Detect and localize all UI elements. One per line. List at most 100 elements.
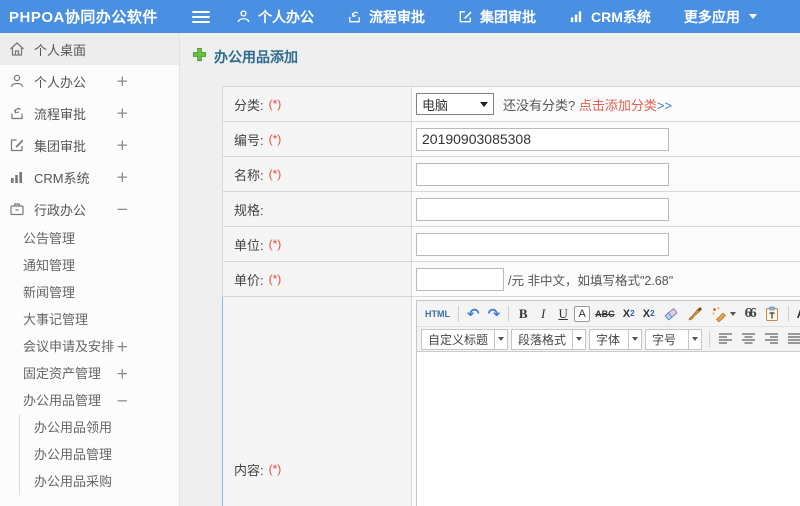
- font-family-select[interactable]: 字体: [589, 328, 643, 350]
- edit-icon: [9, 137, 25, 153]
- sidebar-item-office-supplies-mgmt[interactable]: 办公用品管理 −: [0, 387, 179, 414]
- sidebar-item-personal-office[interactable]: 个人办公 +: [0, 65, 179, 97]
- caret-down-icon: [748, 14, 757, 19]
- chart-icon: [569, 9, 584, 24]
- nav-more-apps[interactable]: 更多应用: [684, 7, 757, 27]
- sidebar-item-admin-office[interactable]: 行政办公 −: [0, 193, 179, 225]
- required-mark: (*): [268, 237, 282, 251]
- admin-office-submenu: 公告管理 通知管理 新闻管理 大事记管理 会议申请及安排 + 固定资产管理 + …: [0, 225, 179, 495]
- strikethrough-button[interactable]: ABC: [592, 304, 618, 324]
- superscript-button[interactable]: X2: [620, 304, 638, 324]
- sidebar-item-label: 流程审批: [34, 106, 87, 122]
- nav-flow-approval[interactable]: 流程审批: [347, 7, 425, 27]
- collapse-icon[interactable]: −: [116, 387, 129, 414]
- paste-icon[interactable]: [761, 304, 783, 324]
- bold-button[interactable]: B: [514, 304, 532, 324]
- editor-toolbar: HTML ↶ ↷ B I U A ABC X2 X2 66 自定义标题 段落格式…: [417, 301, 800, 352]
- sidebar-item-meeting-mgmt[interactable]: 会议申请及安排 +: [0, 333, 179, 360]
- align-left-button[interactable]: [715, 329, 736, 349]
- italic-button[interactable]: I: [534, 304, 552, 324]
- expand-icon[interactable]: +: [116, 360, 129, 387]
- sidebar-item-group-approval[interactable]: 集团审批 +: [0, 129, 179, 161]
- sidebar-item-fixed-assets-mgmt[interactable]: 固定资产管理 +: [0, 360, 179, 387]
- paragraph-format-select[interactable]: 段落格式: [511, 328, 587, 350]
- nav-group-approval[interactable]: 集团审批: [458, 7, 536, 27]
- blockquote-button[interactable]: 66: [741, 304, 759, 324]
- expand-icon[interactable]: +: [116, 104, 129, 122]
- add-category-link[interactable]: 点击添加分类: [579, 98, 657, 113]
- underline-button[interactable]: U: [554, 304, 572, 324]
- align-justify-button[interactable]: [784, 329, 800, 349]
- supply-add-form: 分类: (*) 电脑 还没有分类? 点击添加分类>> 编号: (*) 20190…: [222, 86, 800, 506]
- sidebar-item-supplies-purchase[interactable]: 办公用品采购: [20, 468, 179, 495]
- category-select[interactable]: 电脑: [416, 93, 494, 115]
- home-icon: [9, 41, 25, 57]
- code-input[interactable]: [416, 127, 669, 151]
- font-size-select[interactable]: 字号: [645, 328, 703, 350]
- collapse-icon[interactable]: −: [116, 200, 129, 218]
- sidebar-item-label: CRM系统: [34, 170, 90, 186]
- eraser-icon[interactable]: [660, 304, 682, 324]
- flow-icon: [347, 9, 362, 24]
- add-category-link-arrows[interactable]: >>: [657, 98, 672, 113]
- sidebar-item-personal-desktop[interactable]: 个人桌面: [0, 33, 179, 65]
- required-mark: (*): [268, 97, 282, 111]
- hamburger-menu-icon[interactable]: [192, 8, 210, 26]
- name-input[interactable]: [416, 162, 669, 186]
- spec-input[interactable]: [416, 197, 669, 221]
- app-logo: PHPOA协同办公软件: [9, 9, 158, 26]
- html-source-button[interactable]: HTML: [422, 304, 453, 324]
- expand-icon[interactable]: +: [116, 72, 129, 90]
- undo-icon[interactable]: ↶: [464, 304, 483, 324]
- user-icon: [9, 73, 25, 89]
- expand-icon[interactable]: +: [116, 168, 129, 186]
- top-navigation: 个人办公 流程审批 集团审批 CRM系统 更多应用: [236, 7, 790, 27]
- sidebar-item-announcement-mgmt[interactable]: 公告管理: [0, 225, 179, 252]
- required-mark: (*): [268, 132, 282, 146]
- form-row-category: 分类: (*) 电脑 还没有分类? 点击添加分类>>: [223, 87, 800, 122]
- sidebar-item-supplies-requisition[interactable]: 办公用品领用: [20, 414, 179, 441]
- form-row-spec: 规格:: [223, 192, 800, 227]
- font-border-button[interactable]: A: [574, 305, 591, 322]
- code-label: 编号:: [234, 132, 264, 148]
- nav-label: 更多应用: [683, 8, 740, 25]
- page-title: 办公用品添加: [192, 47, 800, 67]
- nav-label: CRM系统: [591, 8, 651, 25]
- unit-input[interactable]: [416, 232, 669, 256]
- highlight-pen-icon[interactable]: [708, 304, 739, 324]
- subscript-button[interactable]: X2: [640, 304, 658, 324]
- sidebar-item-memorabilia-mgmt[interactable]: 大事记管理: [0, 306, 179, 333]
- category-label: 分类:: [234, 97, 264, 113]
- format-brush-icon[interactable]: [684, 304, 706, 324]
- sidebar-item-crm[interactable]: CRM系统 +: [0, 161, 179, 193]
- expand-icon[interactable]: +: [116, 136, 129, 154]
- align-right-button[interactable]: [761, 329, 782, 349]
- sidebar-item-news-mgmt[interactable]: 新闻管理: [0, 279, 179, 306]
- heading-select[interactable]: 自定义标题: [421, 328, 509, 350]
- sidebar-item-notice-mgmt[interactable]: 通知管理: [0, 252, 179, 279]
- nav-personal-office[interactable]: 个人办公: [236, 7, 314, 27]
- nav-crm-system[interactable]: CRM系统: [569, 7, 651, 27]
- required-mark: (*): [268, 272, 282, 286]
- redo-icon[interactable]: ↷: [485, 304, 504, 324]
- sidebar-item-flow-approval[interactable]: 流程审批 +: [0, 97, 179, 129]
- no-category-hint: 还没有分类?: [503, 97, 579, 113]
- add-plus-icon: [192, 47, 207, 67]
- form-row-name: 名称: (*): [223, 157, 800, 192]
- sidebar-item-label: 个人办公: [34, 74, 87, 90]
- sidebar-item-label: 行政办公: [34, 202, 87, 218]
- spec-label: 规格:: [234, 202, 264, 218]
- font-color-button[interactable]: A: [794, 304, 800, 324]
- flow-icon: [9, 105, 25, 121]
- name-label: 名称:: [234, 167, 264, 183]
- select-caret-icon: [480, 101, 488, 107]
- main-content: 办公用品添加 分类: (*) 电脑 还没有分类? 点击添加分类>> 编号: (*…: [180, 33, 800, 506]
- nav-label: 流程审批: [369, 8, 425, 25]
- sidebar-item-supplies-management[interactable]: 办公用品管理: [20, 441, 179, 468]
- unit-label: 单位:: [234, 237, 264, 253]
- expand-icon[interactable]: +: [116, 333, 129, 360]
- align-center-button[interactable]: [738, 329, 759, 349]
- price-format-hint: /元 非中文，如填写格式"2.68": [508, 273, 674, 288]
- price-input[interactable]: [416, 267, 504, 291]
- editor-content-area[interactable]: [417, 352, 800, 506]
